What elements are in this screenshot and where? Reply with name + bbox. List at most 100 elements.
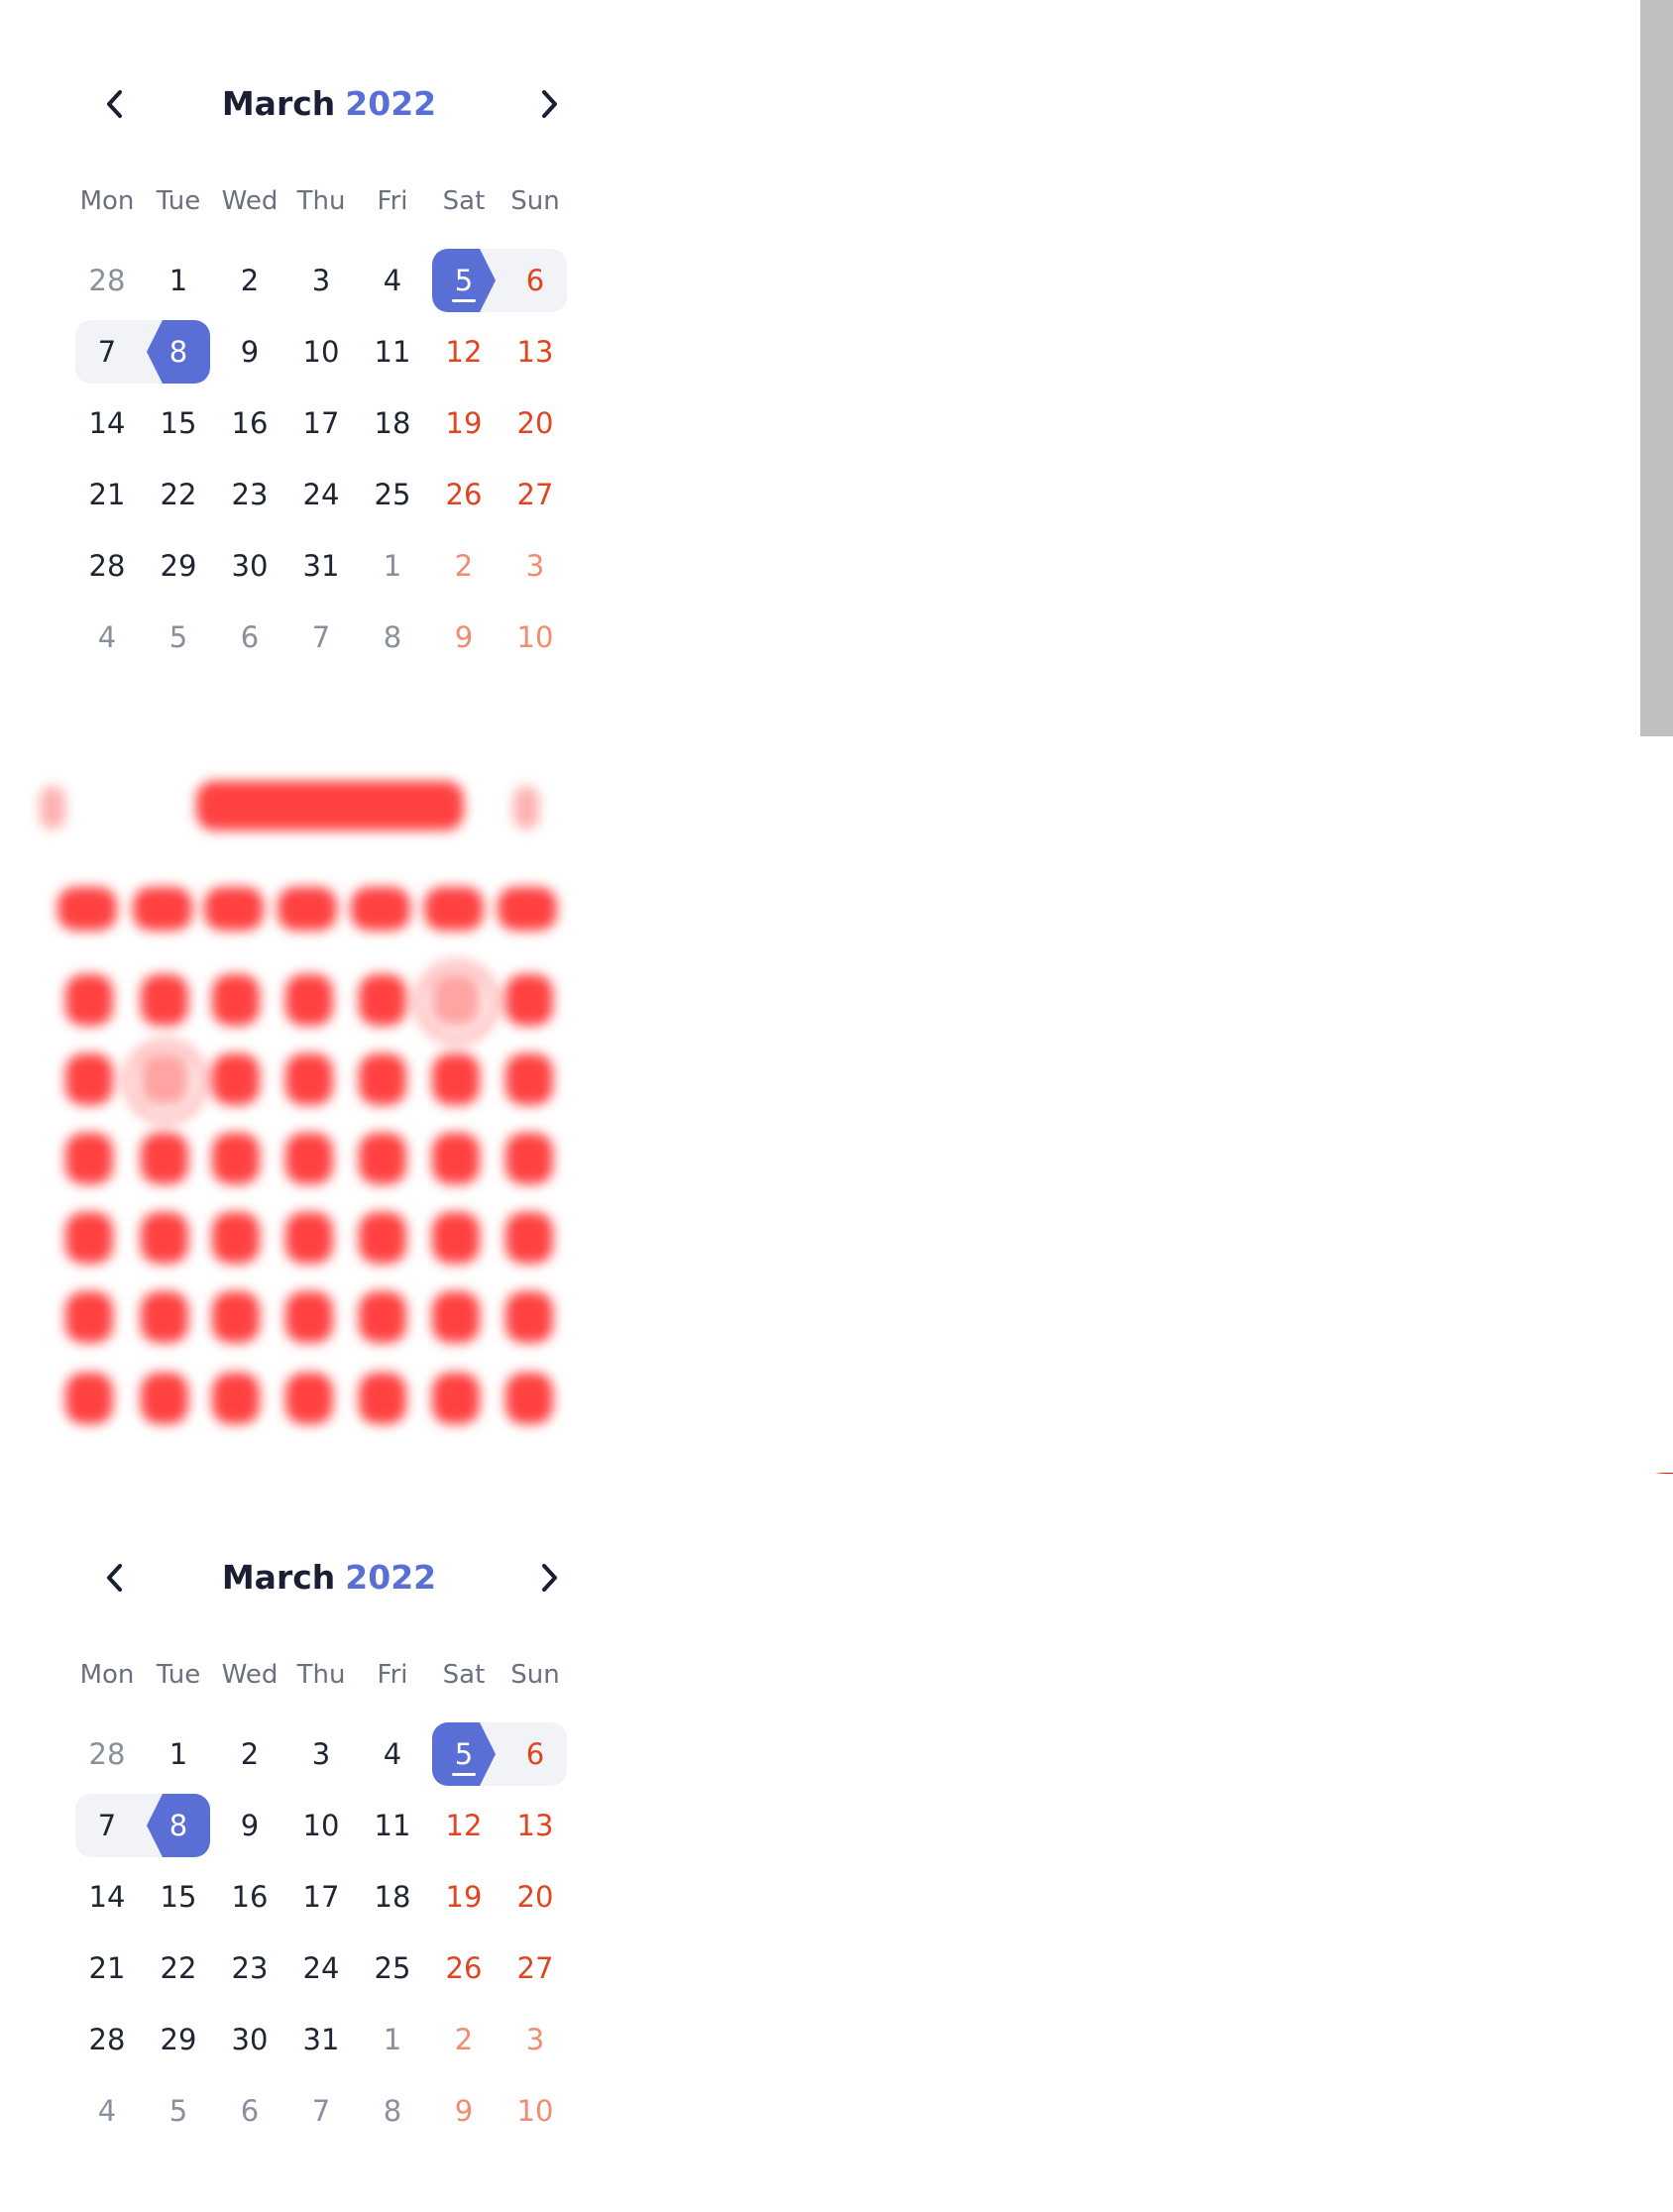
day-cell[interactable]: 12 (428, 320, 500, 384)
weekday-label: Tue (156, 1660, 201, 1690)
month-year-title[interactable]: March 2022 (71, 1554, 587, 1602)
day-cell[interactable]: 11 (357, 1794, 428, 1857)
day-cell[interactable]: 19 (428, 391, 500, 455)
day-cell[interactable]: 24 (285, 1936, 357, 2000)
day-cell[interactable]: 9 (428, 2079, 500, 2143)
day-cell[interactable]: 5 (428, 1722, 500, 1786)
weekday-label: Sun (510, 186, 560, 216)
day-cell[interactable]: 14 (71, 391, 143, 455)
day-cell[interactable]: 18 (357, 391, 428, 455)
day-cell[interactable]: 7 (285, 2079, 357, 2143)
day-number: 25 (374, 477, 411, 511)
day-cell[interactable]: 25 (357, 463, 428, 526)
day-cell[interactable]: 4 (357, 1722, 428, 1786)
day-cell[interactable]: 23 (214, 1936, 285, 2000)
day-cell[interactable]: 10 (285, 1794, 357, 1857)
day-cell[interactable]: 2 (214, 1722, 285, 1786)
day-cell[interactable]: 28 (71, 249, 143, 312)
day-number: 4 (97, 619, 117, 654)
day-cell[interactable]: 7 (71, 1794, 143, 1857)
day-cell[interactable]: 20 (500, 391, 571, 455)
day-cell[interactable]: 6 (214, 606, 285, 669)
day-cell[interactable]: 3 (285, 249, 357, 312)
day-cell[interactable]: 3 (500, 2008, 571, 2071)
day-cell[interactable]: 7 (285, 606, 357, 669)
day-cell[interactable]: 3 (285, 1722, 357, 1786)
day-cell[interactable]: 10 (285, 320, 357, 384)
day-cell[interactable]: 30 (214, 534, 285, 598)
day-cell[interactable]: 5 (428, 249, 500, 312)
day-cell[interactable]: 10 (500, 2079, 571, 2143)
day-cell[interactable]: 3 (500, 534, 571, 598)
day-cell[interactable]: 7 (71, 320, 143, 384)
day-cell[interactable]: 1 (143, 1722, 214, 1786)
day-cell[interactable]: 17 (285, 391, 357, 455)
day-cell[interactable]: 2 (428, 534, 500, 598)
day-cell[interactable]: 26 (428, 463, 500, 526)
day-number: 8 (168, 334, 188, 369)
next-month-button[interactable] (525, 80, 573, 128)
month-year-title[interactable]: March 2022 (71, 80, 587, 128)
day-cell[interactable]: 9 (214, 320, 285, 384)
day-cell[interactable]: 5 (143, 606, 214, 669)
day-cell[interactable]: 29 (143, 2008, 214, 2071)
day-number: 13 (516, 1808, 554, 1842)
day-cell[interactable]: 1 (143, 249, 214, 312)
day-cell[interactable]: 18 (357, 1865, 428, 1929)
day-number: 2 (240, 1736, 260, 1771)
day-cell[interactable]: 21 (71, 1936, 143, 2000)
day-cell[interactable]: 16 (214, 391, 285, 455)
day-cell[interactable]: 16 (214, 1865, 285, 1929)
day-cell[interactable]: 27 (500, 463, 571, 526)
day-cell[interactable]: 19 (428, 1865, 500, 1929)
day-cell[interactable]: 14 (71, 1865, 143, 1929)
day-cell[interactable]: 13 (500, 320, 571, 384)
day-cell[interactable]: 8 (143, 1794, 214, 1857)
day-cell[interactable]: 11 (357, 320, 428, 384)
day-cell[interactable]: 9 (428, 606, 500, 669)
day-cell[interactable]: 31 (285, 2008, 357, 2071)
day-cell[interactable]: 21 (71, 463, 143, 526)
day-cell[interactable]: 4 (357, 249, 428, 312)
day-cell[interactable]: 28 (71, 1722, 143, 1786)
day-cell[interactable]: 17 (285, 1865, 357, 1929)
day-cell[interactable]: 2 (428, 2008, 500, 2071)
day-cell[interactable]: 6 (500, 1722, 571, 1786)
day-cell[interactable]: 13 (500, 1794, 571, 1857)
day-number: 9 (454, 619, 474, 654)
day-cell[interactable]: 4 (71, 2079, 143, 2143)
day-cell[interactable]: 20 (500, 1865, 571, 1929)
scrollbar[interactable] (1640, 0, 1673, 736)
day-cell[interactable]: 4 (71, 606, 143, 669)
day-cell[interactable]: 26 (428, 1936, 500, 2000)
day-cell[interactable]: 15 (143, 391, 214, 455)
day-cell[interactable]: 8 (357, 2079, 428, 2143)
day-cell[interactable]: 2 (214, 249, 285, 312)
day-cell[interactable]: 24 (285, 463, 357, 526)
day-cell[interactable]: 25 (357, 1936, 428, 2000)
day-cell[interactable]: 27 (500, 1936, 571, 2000)
day-cell[interactable]: 10 (500, 606, 571, 669)
day-cell[interactable]: 6 (214, 2079, 285, 2143)
day-cell[interactable]: 30 (214, 2008, 285, 2071)
day-cell[interactable]: 23 (214, 463, 285, 526)
day-cell[interactable]: 28 (71, 534, 143, 598)
day-cell[interactable]: 1 (357, 2008, 428, 2071)
day-cell[interactable]: 1 (357, 534, 428, 598)
day-cell[interactable]: 12 (428, 1794, 500, 1857)
day-cell[interactable]: 28 (71, 2008, 143, 2071)
day-cell[interactable]: 31 (285, 534, 357, 598)
day-cell[interactable]: 15 (143, 1865, 214, 1929)
blurred-day-blob (212, 1291, 260, 1343)
day-cell[interactable]: 22 (143, 463, 214, 526)
day-number: 26 (445, 1950, 483, 1985)
day-cell[interactable]: 29 (143, 534, 214, 598)
day-cell[interactable]: 5 (143, 2079, 214, 2143)
next-month-button[interactable] (525, 1554, 573, 1602)
day-cell[interactable]: 8 (357, 606, 428, 669)
day-cell[interactable]: 6 (500, 249, 571, 312)
day-cell[interactable]: 9 (214, 1794, 285, 1857)
day-cell[interactable]: 8 (143, 320, 214, 384)
day-cell[interactable]: 22 (143, 1936, 214, 2000)
day-number: 13 (516, 334, 554, 369)
